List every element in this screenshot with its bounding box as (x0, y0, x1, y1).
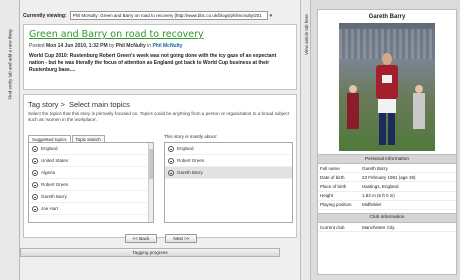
chevron-down-icon[interactable]: ▾ (270, 13, 273, 19)
add-icon (32, 169, 38, 176)
suggested-topics-list: England United States Algeria Robert Gre… (28, 142, 154, 223)
list-item[interactable]: Gareth Barry (29, 191, 153, 203)
view-article-label: View article tab here (304, 13, 310, 55)
step-label: Tag story > (28, 100, 65, 109)
info-row: Full name Gareth Barry (318, 164, 456, 174)
sidebar-tab-label: Find entity tab and add a new thing (7, 28, 13, 100)
back-button[interactable]: << Back (124, 234, 158, 243)
list-item[interactable]: England (29, 143, 153, 155)
info-row: Current club Manchester City (318, 223, 456, 233)
info-row: Playing position Midfielder (318, 201, 456, 210)
by-label: by (109, 43, 115, 49)
info-row: Date of birth 23 February 1981 (age 29) (318, 173, 456, 183)
entity-name: Gareth Barry (368, 14, 406, 20)
step-title: Select main topics (69, 100, 130, 109)
tag-story-panel: Tag story > Select main topics Select th… (23, 94, 297, 243)
remove-icon[interactable] (168, 145, 174, 152)
panel-heading: Tag story > Select main topics (24, 95, 296, 111)
article-summary: World Cup 2010: Rustenburg Robert Green'… (29, 53, 277, 73)
scrollbar[interactable] (148, 143, 153, 222)
tagging-progress-bar[interactable]: Tagging progress (20, 248, 280, 257)
panel-description: Select the topics that this story is pri… (28, 111, 290, 122)
list-item[interactable]: United States (29, 155, 153, 167)
selected-topics-header: This story is mostly about: (164, 134, 218, 139)
nav-buttons: << Back Next >> (24, 234, 298, 243)
viewing-label: Currently viewing: (23, 12, 67, 19)
club-info-header: Club information (318, 212, 456, 223)
tagging-panel: Currently viewing: Phil McNulty: Green a… (20, 0, 300, 280)
viewing-select[interactable]: Phil McNulty: Green and Barry on road to… (69, 11, 268, 20)
in-label: in (147, 43, 152, 49)
personal-info-header: Personal information (318, 154, 456, 164)
article-title[interactable]: Green and Barry on road to recovery (29, 29, 291, 40)
article-preview: Green and Barry on road to recovery Post… (23, 24, 297, 90)
selected-topics-list: England Robert Green Gareth Barry (164, 142, 293, 223)
article-category[interactable]: Phil McNulty (152, 43, 182, 49)
remove-icon[interactable] (168, 169, 174, 176)
add-icon (32, 205, 38, 212)
list-item[interactable]: Joe Hart (29, 203, 153, 215)
add-icon (32, 157, 38, 164)
posted-label: Posted (29, 43, 45, 49)
entity-photo (339, 23, 435, 151)
next-button[interactable]: Next >> (165, 234, 198, 243)
list-item[interactable]: Gareth Barry (165, 167, 292, 179)
add-icon (32, 193, 38, 200)
list-item[interactable]: Robert Green (29, 179, 153, 191)
list-item[interactable]: Robert Green (165, 155, 292, 167)
add-icon (32, 145, 38, 152)
remove-icon[interactable] (168, 157, 174, 164)
left-sidebar-tab[interactable]: Find entity tab and add a new thing (0, 0, 20, 280)
add-icon (32, 181, 38, 188)
list-item[interactable]: Algeria (29, 167, 153, 179)
scrollbar-thumb[interactable] (149, 149, 153, 179)
info-row: Height 1.83 m (6 ft 0 in) (318, 192, 456, 201)
viewing-bar: Currently viewing: Phil McNulty: Green a… (20, 9, 300, 22)
article-meta: Posted Mon 14 Jun 2010, 1:32 PM by Phil … (29, 43, 291, 49)
article-author: Phil McNulty (115, 43, 146, 49)
article-date: Mon 14 Jun 2010, 1:32 PM (45, 43, 108, 49)
info-row: Place of birth Hastings, England (318, 182, 456, 192)
entity-infobox: Gareth Barry Personal information Full n… (317, 9, 457, 275)
list-item[interactable]: England (165, 143, 292, 155)
view-article-tab[interactable]: View article tab here (300, 0, 311, 280)
